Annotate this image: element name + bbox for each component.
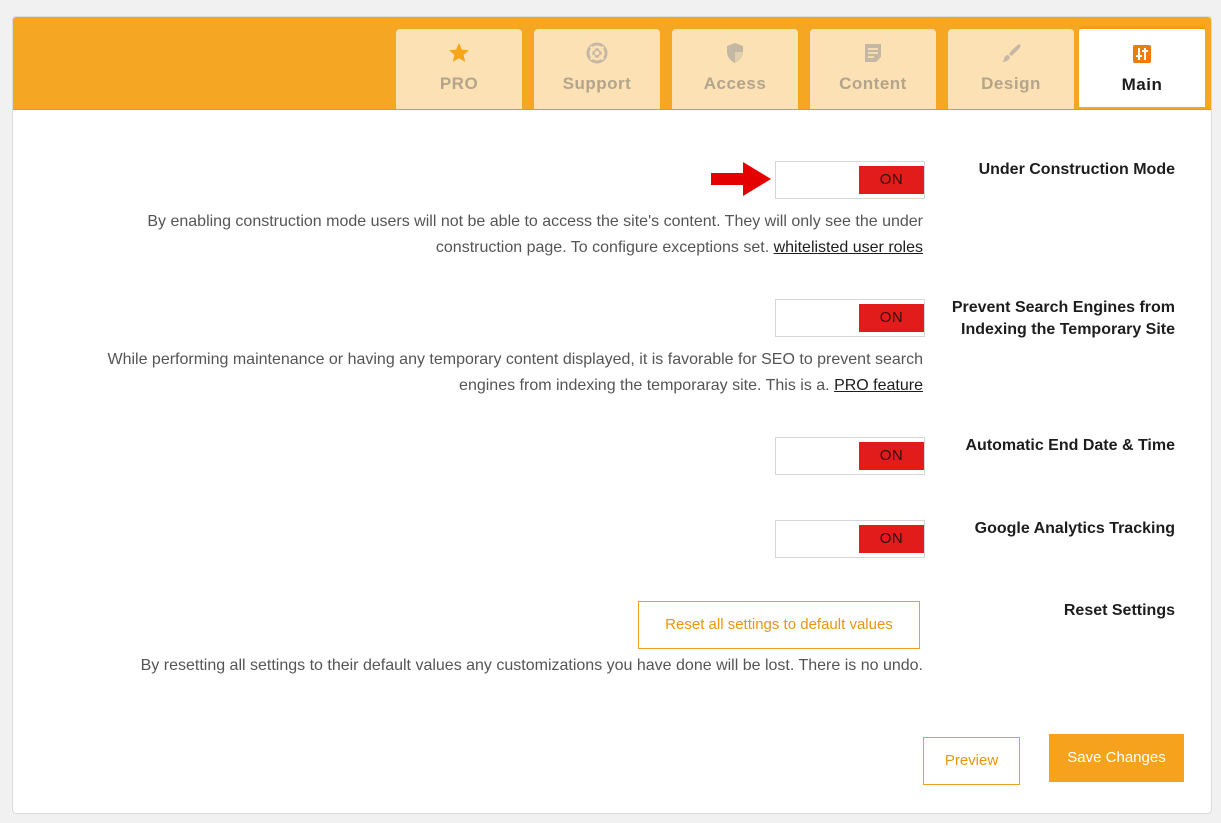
- construction-mode-label: Under Construction Mode: [978, 161, 1175, 178]
- construction-mode-description: By enabling construction mode users will…: [147, 213, 923, 256]
- construction-mode-toggle[interactable]: ON: [775, 161, 925, 199]
- label-line: Indexing the Temporary Site: [961, 321, 1175, 338]
- prevent-indexing-label: Prevent Search Engines from Indexing the…: [915, 297, 1175, 341]
- tab-main[interactable]: Main: [1079, 26, 1205, 107]
- lifebuoy-icon: [586, 42, 608, 64]
- tab-support[interactable]: Support: [534, 29, 660, 109]
- tab-label: Design: [981, 74, 1041, 93]
- settings-panel: PRO Support Access Content Design Main U…: [12, 16, 1212, 814]
- reset-settings-label: Reset Settings: [1063, 602, 1175, 619]
- whitelisted-user-roles-link[interactable]: whitelisted user roles: [774, 239, 923, 256]
- description-line: By enabling construction mode users will…: [147, 213, 923, 230]
- red-arrow-icon: [711, 162, 771, 196]
- sliders-icon: [1133, 45, 1151, 63]
- description-line: construction page. To configure exceptio…: [435, 239, 765, 256]
- star-icon: [449, 43, 469, 62]
- tab-content[interactable]: Content: [810, 29, 936, 109]
- toggle-state: ON: [859, 442, 924, 470]
- tab-bar: PRO Support Access Content Design Main: [13, 17, 1211, 110]
- tab-label: Support: [562, 74, 632, 93]
- tab-design[interactable]: Design: [948, 29, 1074, 109]
- end-date-label: Automatic End Date & Time: [965, 437, 1175, 454]
- tab-label: Access: [703, 74, 767, 93]
- toggle-state: ON: [859, 304, 924, 332]
- label-line: Prevent Search Engines from: [951, 299, 1175, 316]
- tab-access[interactable]: Access: [672, 29, 798, 109]
- description-line: While performing maintenance or having a…: [107, 351, 923, 368]
- preview-button[interactable]: Preview: [923, 737, 1020, 785]
- reset-defaults-button[interactable]: Reset all settings to default values: [638, 601, 920, 649]
- toggle-state: ON: [859, 525, 924, 553]
- document-icon: [865, 44, 881, 62]
- reset-description: By resetting all settings to their defau…: [140, 657, 923, 674]
- tab-label: PRO: [439, 74, 479, 93]
- description-line: By resetting all settings to their defau…: [140, 657, 919, 674]
- prevent-indexing-description: While performing maintenance or having a…: [107, 351, 923, 394]
- pro-feature-link[interactable]: PRO feature: [834, 377, 923, 394]
- analytics-toggle[interactable]: ON: [775, 520, 925, 558]
- shield-icon: [727, 43, 743, 63]
- tab-label: Main: [1121, 75, 1163, 94]
- prevent-indexing-toggle[interactable]: ON: [775, 299, 925, 337]
- analytics-label: Google Analytics Tracking: [974, 520, 1175, 537]
- end-date-toggle[interactable]: ON: [775, 437, 925, 475]
- brush-icon: [1002, 44, 1021, 62]
- description-line: engines from indexing the temporaray sit…: [459, 377, 826, 394]
- tab-pro[interactable]: PRO: [396, 29, 522, 109]
- tab-label: Content: [839, 74, 907, 93]
- save-changes-button[interactable]: Save Changes: [1049, 734, 1184, 782]
- toggle-state: ON: [859, 166, 924, 194]
